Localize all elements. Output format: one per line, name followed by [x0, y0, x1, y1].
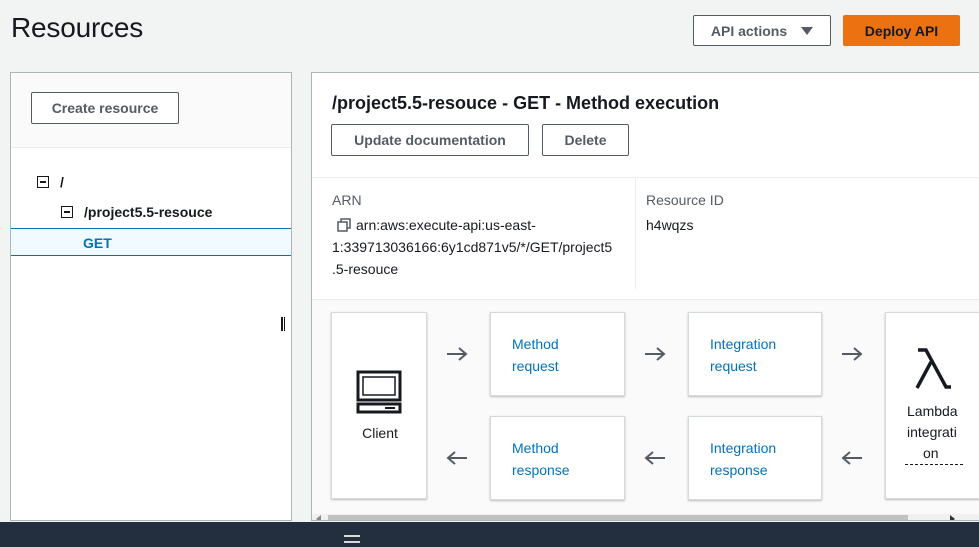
create-resource-label: Create resource — [51, 100, 159, 116]
tree-item-get-method[interactable]: GET — [11, 228, 291, 256]
integration-response-link[interactable]: Integration response — [710, 437, 776, 481]
resources-tree-panel: Create resource / /project5.5-resouce GE… — [10, 72, 292, 521]
arrow-right-icon — [645, 347, 666, 361]
api-actions-label: API actions — [710, 22, 788, 39]
client-label: Client — [362, 425, 398, 441]
create-resource-button[interactable]: Create resource — [31, 92, 179, 124]
collapse-root-icon[interactable] — [37, 176, 49, 188]
divider — [312, 177, 979, 178]
lambda-label-line-1: Lambda — [907, 403, 958, 419]
integration-response-line-1: Integration — [710, 440, 777, 456]
integration-response-line-2: response — [710, 462, 768, 478]
tree-item-project-resource[interactable]: /project5.5-resouce — [84, 204, 212, 220]
method-execution-panel: /project5.5-resouce - GET - Method execu… — [311, 72, 979, 521]
resource-id-value: h4wqzs — [646, 217, 694, 233]
tree-item-get-label: GET — [83, 235, 112, 251]
caret-down-icon — [801, 26, 814, 35]
method-request-box[interactable]: Method request — [490, 312, 625, 396]
hamburger-menu-icon[interactable] — [344, 535, 360, 543]
delete-button[interactable]: Delete — [542, 124, 629, 156]
method-request-line-2: request — [512, 358, 559, 374]
method-execution-flow: Client Method request Integration reques… — [312, 300, 979, 520]
method-response-box[interactable]: Method response — [490, 416, 625, 500]
scroll-right-icon[interactable] — [950, 515, 955, 520]
collapse-child-icon[interactable] — [61, 206, 73, 218]
method-request-line-1: Method — [512, 336, 559, 352]
update-documentation-button[interactable]: Update documentation — [331, 124, 529, 156]
page-title: Resources — [11, 12, 144, 43]
scrollbar-thumb[interactable] — [328, 515, 908, 520]
method-response-line-2: response — [512, 462, 570, 478]
integration-request-line-2: request — [710, 358, 757, 374]
arn-line-1: arn:aws:execute-api:us-east- — [356, 217, 536, 233]
arn-label: ARN — [332, 192, 362, 208]
scroll-left-icon[interactable] — [316, 515, 321, 520]
client-box[interactable]: Client — [331, 312, 427, 499]
method-request-link[interactable]: Method request — [512, 333, 559, 377]
integration-request-line-1: Integration — [710, 336, 777, 352]
resource-id-label: Resource ID — [646, 192, 724, 208]
client-computer-icon — [356, 370, 402, 414]
arrow-left-icon — [644, 451, 665, 465]
integration-request-link[interactable]: Integration request — [710, 333, 776, 377]
arn-line-3: .5-resouce — [332, 261, 399, 277]
bottom-bar — [0, 522, 979, 547]
lambda-integration-label: Lambda integrati on — [905, 401, 963, 465]
method-execution-title: /project5.5-resouce - GET - Method execu… — [332, 93, 720, 113]
lambda-icon — [915, 348, 951, 389]
integration-response-box[interactable]: Integration response — [688, 416, 822, 500]
arn-line-2: 1:339713036166:6y1cd871v5/*/GET/project5 — [332, 239, 613, 255]
details-divider — [635, 179, 636, 289]
horizontal-scrollbar[interactable] — [312, 514, 979, 520]
deploy-api-label: Deploy API — [864, 22, 939, 39]
deploy-api-button[interactable]: Deploy API — [843, 15, 960, 46]
arrow-left-icon — [446, 451, 467, 465]
method-response-link[interactable]: Method response — [512, 437, 570, 481]
integration-request-box[interactable]: Integration request — [688, 312, 822, 396]
update-documentation-label: Update documentation — [354, 132, 506, 148]
lambda-label-line-2: integrati — [907, 424, 957, 440]
arn-value: arn:aws:execute-api:us-east- 1:339713036… — [332, 214, 632, 280]
method-response-line-1: Method — [512, 440, 559, 456]
panel-resize-handle-icon[interactable] — [281, 317, 285, 331]
arrow-right-icon — [842, 347, 863, 361]
delete-label: Delete — [564, 132, 607, 148]
tree-item-root[interactable]: / — [60, 174, 64, 190]
arrow-left-icon — [841, 451, 862, 465]
lambda-integration-box[interactable]: Lambda integrati on — [885, 312, 979, 499]
resources-panel-toolbar: Create resource — [11, 73, 291, 148]
arrow-right-icon — [447, 347, 468, 361]
lambda-label-line-3: on — [905, 443, 963, 465]
api-actions-dropdown[interactable]: API actions — [693, 15, 831, 46]
